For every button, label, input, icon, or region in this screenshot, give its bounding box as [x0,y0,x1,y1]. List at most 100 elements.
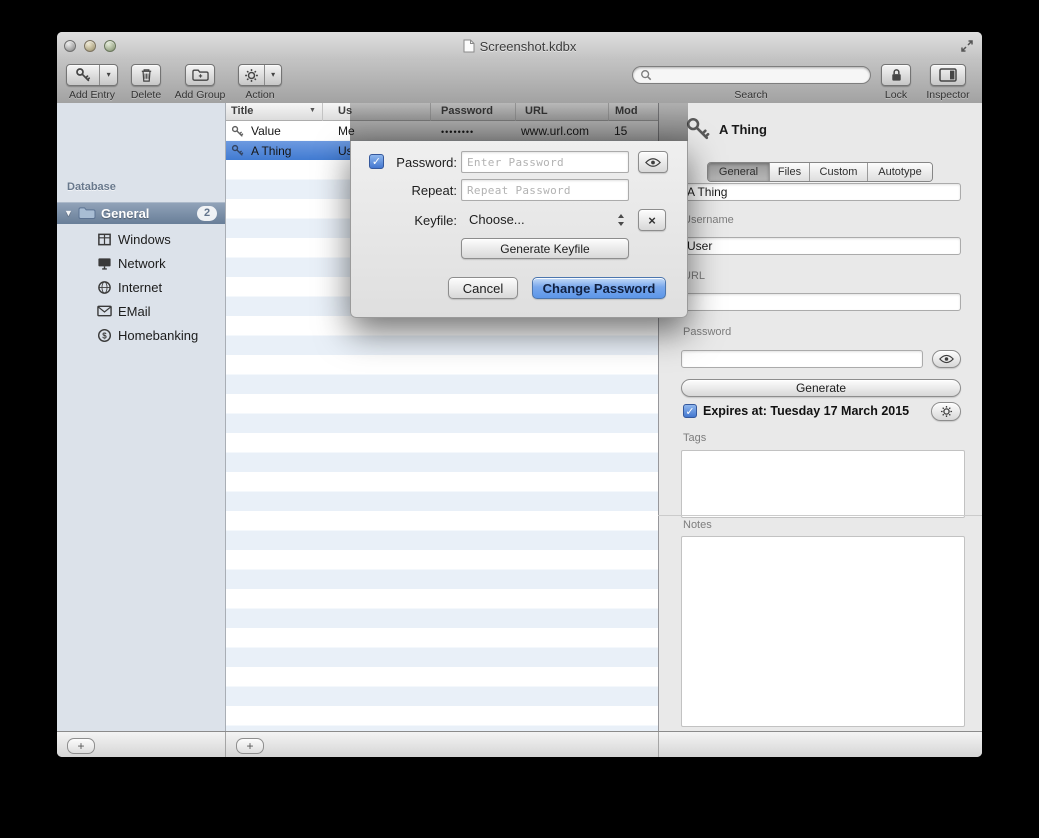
add-entry-dropdown-segment[interactable]: ▾ [100,65,117,85]
add-group-button[interactable] [185,64,215,86]
inspector-button[interactable] [930,64,966,86]
change-password-dialog: ✓ Password: Repeat: Keyfile: Choose... ×… [350,141,688,318]
cell-title: Value [251,124,281,138]
expires-checkbox[interactable]: ✓ [683,404,697,418]
notes-textarea[interactable] [681,536,965,727]
action-main-segment[interactable] [239,65,265,85]
add-entry-main-segment[interactable] [67,65,100,85]
keyfile-popup-value: Choose... [469,212,525,227]
cancel-button[interactable]: Cancel [448,277,518,299]
show-password-button[interactable] [932,350,961,368]
fullscreen-icon[interactable] [960,39,974,53]
sort-indicator-icon: ▼ [309,107,316,114]
sidebar-item-label: Internet [118,280,162,295]
network-icon [96,255,112,271]
lock-label: Lock [866,89,926,101]
sidebar-item-network[interactable]: Network [57,251,225,275]
add-group-label: Add Group [160,89,240,101]
sidebar-group-badge: 2 [197,206,217,221]
tags-label: Tags [683,432,706,444]
add-entry-plus-button[interactable]: + [236,738,264,754]
sheet-shadow-overlay [350,103,688,141]
sidebar-header: Database [67,181,116,193]
popup-stepper-icon [617,213,625,227]
dialog-password-label: Password: [351,155,457,170]
expires-label: Expires at: Tuesday 17 March 2015 [703,404,909,418]
chevron-down-icon: ▾ [271,71,275,79]
key-icon [231,125,244,138]
search-input[interactable] [657,67,863,83]
url-field[interactable] [681,293,961,311]
entry-key-icon [685,116,711,142]
document-icon [463,39,475,53]
search-field[interactable] [632,66,871,84]
sidebar-item-internet[interactable]: Internet [57,275,225,299]
generate-keyfile-button[interactable]: Generate Keyfile [461,238,629,259]
windows-icon [96,231,112,247]
disclosure-triangle-icon[interactable]: ▼ [64,208,73,218]
notes-label: Notes [683,519,712,531]
delete-button[interactable] [131,64,161,86]
tab-autotype[interactable]: Autotype [868,163,932,181]
desktop: { "colors": { "selection_blue": "#417bd2… [0,0,1039,838]
action-dropdown-segment[interactable]: ▾ [265,65,281,85]
dollar-icon: $ [96,327,112,343]
tab-general[interactable]: General [708,163,770,181]
globe-icon [96,279,112,295]
add-entry-button[interactable]: ▾ [66,64,118,86]
sidebar-item-label: Network [118,256,166,271]
tab-custom[interactable]: Custom [810,163,868,181]
search-icon [640,69,652,81]
tags-textarea[interactable] [681,450,965,518]
eye-icon [645,157,661,168]
app-window: Screenshot.kdbx ▾ Add Entry Delete Add G… [57,32,982,757]
inspector-entry-title: A Thing [719,122,767,137]
tab-files[interactable]: Files [770,163,810,181]
sidebar-item-homebanking[interactable]: $ Homebanking [57,323,225,347]
bottom-bar: + + [57,731,982,757]
column-divider[interactable] [322,103,323,121]
sidebar-item-windows[interactable]: Windows [57,227,225,251]
generate-password-button[interactable]: Generate [681,379,961,397]
dialog-repeat-input[interactable] [461,179,629,201]
sidebar-item-email[interactable]: EMail [57,299,225,323]
add-group-plus-button[interactable]: + [67,738,95,754]
close-button[interactable] [64,40,76,52]
lock-button[interactable] [881,64,911,86]
eye-icon [939,354,954,364]
clear-keyfile-button[interactable]: × [638,209,666,231]
svg-text:$: $ [102,331,107,340]
password-field[interactable] [681,350,923,368]
notes-section-divider [658,515,982,516]
window-title: Screenshot.kdbx [480,39,577,54]
sidebar-item-label: Windows [118,232,171,247]
dialog-show-password-button[interactable] [638,151,668,173]
dialog-repeat-label: Repeat: [351,183,457,198]
sidebar-item-label: EMail [118,304,151,319]
entry-title-field[interactable] [681,183,961,201]
folder-icon [78,206,96,220]
expiry-gear-button[interactable] [931,402,961,421]
close-icon: × [648,213,656,228]
sidebar-group-general[interactable]: ▼ General 2 [57,202,225,224]
add-entry-label: Add Entry [66,89,118,101]
check-icon: ✓ [685,405,694,418]
gear-icon [940,405,953,418]
action-button[interactable]: ▾ [238,64,282,86]
dialog-password-input[interactable] [461,151,629,173]
change-password-button[interactable]: Change Password [532,277,666,299]
search-label: Search [711,89,791,101]
folder-plus-icon [192,68,209,82]
username-field[interactable] [681,237,961,255]
footer-divider [658,732,659,757]
action-label: Action [229,89,291,101]
username-label: Username [683,214,734,226]
zoom-button[interactable] [104,40,116,52]
window-title-wrap: Screenshot.kdbx [57,32,982,60]
sidebar-divider [225,103,226,731]
keyfile-popup[interactable]: Choose... [461,209,631,231]
minimize-button[interactable] [84,40,96,52]
key-icon [231,144,244,157]
column-header-title[interactable]: Title [231,105,253,117]
sidebar-group-label: General [101,206,149,221]
